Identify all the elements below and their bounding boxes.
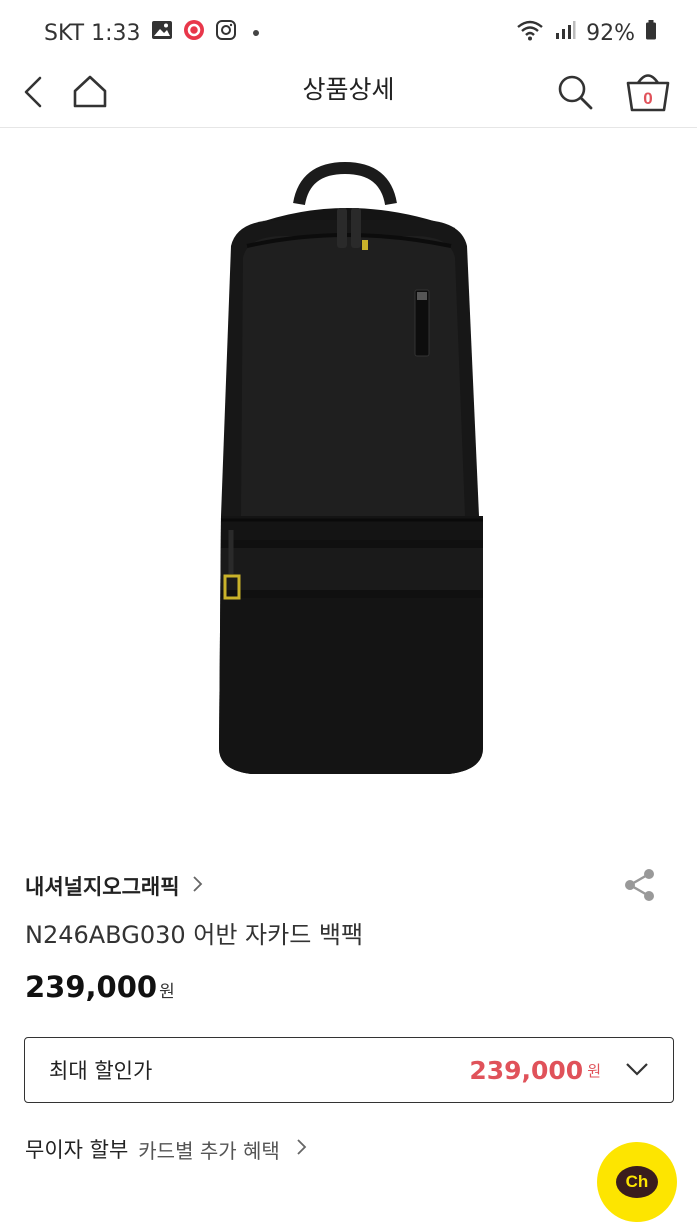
battery-icon (645, 19, 657, 47)
backpack-image (218, 161, 483, 774)
product-price: 239,000 (25, 970, 158, 1004)
share-icon (625, 869, 654, 901)
brand-link[interactable]: 내셔널지오그래픽 (25, 871, 180, 901)
max-discount-currency: 원 (587, 1061, 601, 1080)
search-icon (558, 75, 593, 110)
product-name: N246ABG030 어반 자카드 백팩 (25, 921, 364, 949)
gallery-icon (151, 20, 173, 46)
battery-percent: 92% (586, 20, 635, 46)
cart-count: 0 (643, 89, 652, 108)
installment-row[interactable]: 무이자 할부 카드별 추가 혜택 (25, 1134, 308, 1164)
share-button[interactable] (623, 868, 657, 906)
chevron-right-icon (192, 875, 204, 897)
chat-button[interactable]: Ch (597, 1142, 677, 1222)
price-currency: 원 (159, 982, 175, 1002)
app-header: 상품상세 0 (0, 58, 697, 128)
wifi-icon (516, 19, 544, 47)
chevron-right-icon (296, 1138, 308, 1160)
signal-icon (554, 19, 576, 47)
status-bar: SKT 1:33 92% (0, 0, 697, 66)
app-notification-icon (183, 19, 205, 47)
instagram-icon (215, 19, 237, 47)
more-notifications-dot (252, 30, 259, 36)
max-discount-price: 239,000 (469, 1055, 584, 1085)
chat-label: Ch (616, 1166, 658, 1198)
max-discount-dropdown[interactable]: 최대 할인가 239,000 원 (24, 1037, 674, 1103)
max-discount-label: 최대 할인가 (49, 1059, 153, 1083)
installment-title: 무이자 할부 (25, 1138, 129, 1162)
cart-icon: 0 (626, 74, 670, 112)
installment-subtitle: 카드별 추가 혜택 (138, 1138, 280, 1163)
product-image[interactable] (0, 128, 697, 828)
carrier-time: SKT 1:33 (44, 20, 141, 46)
brand-row: 내셔널지오그래픽 (25, 868, 677, 904)
price-row: 239,000 원 (25, 970, 175, 1004)
chevron-down-icon (625, 1061, 649, 1080)
cart-button[interactable]: 0 (624, 68, 672, 118)
search-button[interactable] (555, 72, 595, 116)
